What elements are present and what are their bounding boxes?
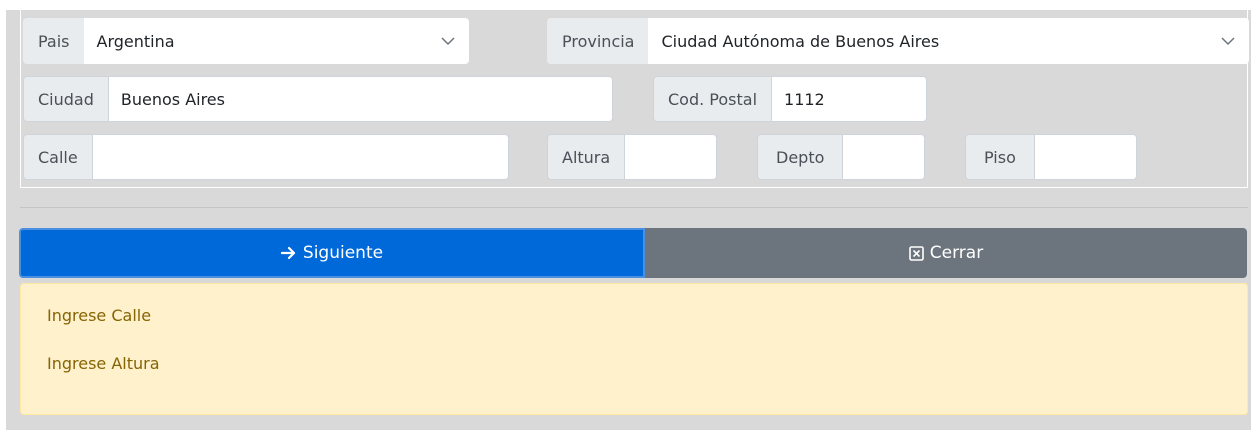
pais-select[interactable]: Argentina [83, 18, 469, 64]
pais-label: Pais [23, 18, 84, 64]
depto-label: Depto [757, 134, 843, 180]
siguiente-label: Siguiente [302, 243, 384, 263]
siguiente-button[interactable]: Siguiente [19, 228, 645, 278]
calle-group: Calle [23, 134, 509, 180]
divider [20, 207, 1248, 208]
cerrar-button[interactable]: Cerrar [645, 228, 1247, 278]
arrow-right-icon [280, 246, 297, 260]
validation-alert: Ingrese Calle Ingrese Altura [20, 283, 1248, 415]
ciudad-group: Ciudad Buenos Aires [23, 76, 613, 122]
alert-message-altura: Ingrese Altura [47, 354, 160, 373]
chevron-down-icon [440, 33, 456, 49]
cerrar-label: Cerrar [929, 243, 984, 263]
ciudad-label: Ciudad [23, 76, 108, 122]
depto-group: Depto [757, 134, 925, 180]
cod-postal-label: Cod. Postal [653, 76, 772, 122]
action-buttons: Siguiente Cerrar [19, 228, 1247, 278]
alert-message-calle: Ingrese Calle [47, 306, 152, 325]
ciudad-input[interactable]: Buenos Aires [107, 76, 613, 122]
provincia-label: Provincia [547, 18, 649, 64]
chevron-down-icon [1220, 33, 1236, 49]
piso-label: Piso [965, 134, 1034, 180]
address-panel: Pais Argentina Provincia Ciudad Autónoma… [6, 10, 1251, 430]
altura-group: Altura [547, 134, 717, 180]
pais-group: Pais Argentina [23, 18, 469, 64]
altura-input[interactable] [624, 134, 717, 180]
depto-input[interactable] [842, 134, 925, 180]
piso-group: Piso [965, 134, 1137, 180]
provincia-select[interactable]: Ciudad Autónoma de Buenos Aires [648, 18, 1249, 64]
piso-input[interactable] [1033, 134, 1137, 180]
address-form: Pais Argentina Provincia Ciudad Autónoma… [20, 10, 1249, 188]
close-square-icon [908, 245, 924, 261]
cod-postal-group: Cod. Postal 1112 [653, 76, 927, 122]
altura-label: Altura [547, 134, 625, 180]
pais-value: Argentina [96, 31, 175, 51]
calle-label: Calle [23, 134, 92, 180]
calle-input[interactable] [91, 134, 509, 180]
provincia-value: Ciudad Autónoma de Buenos Aires [661, 31, 940, 51]
cod-postal-input[interactable]: 1112 [771, 76, 927, 122]
provincia-group: Provincia Ciudad Autónoma de Buenos Aire… [547, 18, 1249, 64]
